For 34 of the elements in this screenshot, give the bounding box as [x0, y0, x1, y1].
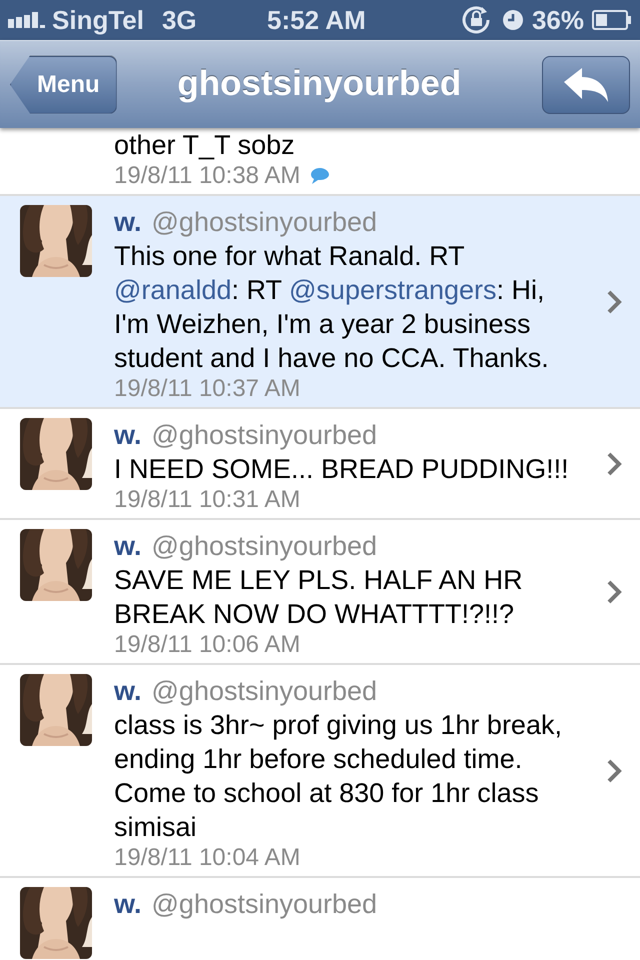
user-handle: @ghostsinyourbed [152, 676, 378, 706]
display-name: w. [114, 531, 142, 561]
back-button[interactable]: Menu [10, 56, 117, 114]
display-name: w. [114, 676, 142, 706]
tweet-text: I NEED SOME... BREAD PUDDING!!! [114, 453, 570, 486]
tweet-timestamp: 19/8/11 10:37 AM [114, 375, 300, 403]
tweet-row[interactable]: w. @ghostsinyourbed This one for what Ranald. RT @ranaldd: RT @superstrangers: Hi, I'm Weizhen, I'm a year 2 business student and I have no CCA. Thanks. 19/8/11 10:37 AM [0, 196, 640, 409]
mention-link[interactable]: @ranaldd [114, 275, 232, 305]
clock-time: 5:52 AM [267, 4, 366, 36]
display-name: w. [114, 207, 142, 237]
user-handle: @ghostsinyourbed [152, 207, 378, 237]
network-type: 3G [162, 4, 197, 36]
signal-icon [8, 11, 46, 29]
battery-percent: 36% [532, 4, 584, 36]
tweet-text: other T_T sobz [114, 129, 296, 162]
tweet-text: This one for what Ranald. RT @ranaldd: RT @superstrangers: Hi, I'm Weizhen, I'm a year 2 business student and I have no CCA. Thanks. [114, 240, 550, 375]
tweet-text: SAVE ME LEY PLS. HALF AN HR BREAK NOW DO WHATTTT!?!!? [114, 564, 524, 631]
tweet-timestamp: 19/8/11 10:38 AM [114, 162, 300, 190]
tweet-timestamp: 19/8/11 10:06 AM [114, 631, 300, 659]
tweet-text: class is 3hr~ prof giving us 1hr break, ending 1hr before scheduled time. Come to school at 830 for 1hr class simisai [114, 709, 563, 844]
user-handle: @ghostsinyourbed [152, 420, 378, 450]
alarm-clock-icon [502, 9, 524, 31]
reply-button[interactable] [542, 56, 630, 114]
tweet-timestamp: 19/8/11 10:04 AM [114, 844, 300, 872]
carrier-name: SingTel [52, 4, 144, 36]
battery-icon [592, 10, 632, 30]
display-name: w. [114, 889, 142, 919]
mention-link[interactable]: @superstrangers [289, 275, 497, 305]
user-handle: @ghostsinyourbed [152, 889, 378, 919]
screen-title: ghostsinyourbed [176, 63, 462, 106]
reply-arrow-icon [562, 66, 610, 102]
display-name: w. [114, 420, 142, 450]
tweet-timestamp: 19/8/11 10:31 AM [114, 486, 300, 514]
user-handle: @ghostsinyourbed [152, 531, 378, 561]
